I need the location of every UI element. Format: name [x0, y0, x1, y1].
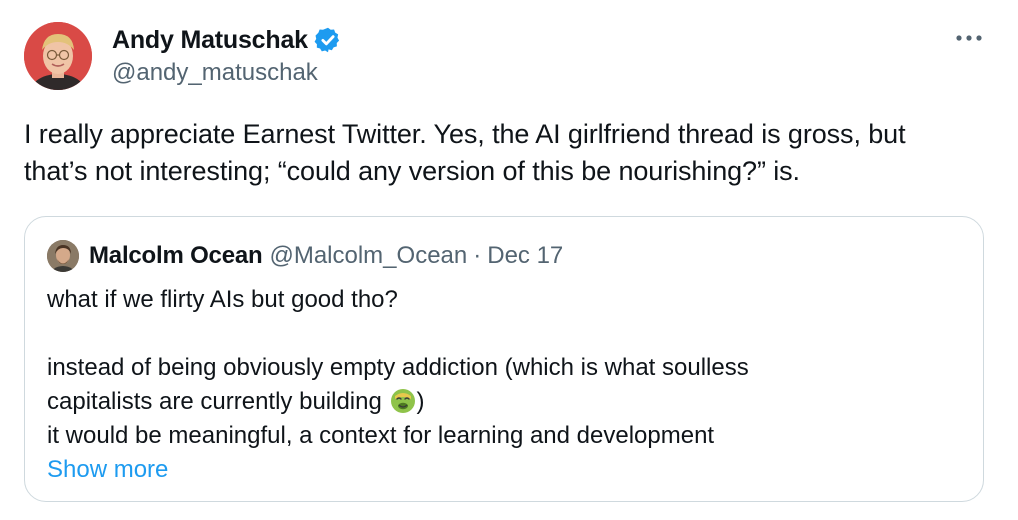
author-handle[interactable]: @andy_matuschak [112, 58, 342, 88]
quoted-text-line: what if we flirty AIs but good tho? [47, 286, 398, 313]
tweet-text-line: I really appreciate Earnest Twitter. Yes… [24, 119, 906, 149]
avatar-malcolm-icon [47, 240, 79, 272]
quoted-text-segment: ) [416, 388, 425, 415]
nauseated-face-emoji-icon [390, 388, 416, 414]
more-options-icon [956, 35, 982, 41]
quoted-text-line: it would be meaningful, a context for le… [47, 422, 715, 449]
quoted-author-name: Malcolm Ocean [89, 242, 263, 269]
tweet-text-line: that’s not interesting; “could any versi… [24, 156, 800, 186]
quoted-text-blank-line [47, 317, 947, 351]
author-avatar[interactable] [24, 22, 92, 90]
quoted-text-line: instead of being obviously empty addicti… [47, 354, 749, 381]
quoted-tweet[interactable]: Malcolm Ocean @Malcolm_Ocean · Dec 17 wh… [24, 216, 984, 502]
verified-badge-icon[interactable] [314, 26, 342, 54]
quoted-text-line-with-emoji: capitalists are currently building ) [47, 385, 947, 419]
quoted-author-avatar [47, 240, 79, 272]
quoted-tweet-header: Malcolm Ocean @Malcolm_Ocean · Dec 17 [47, 239, 563, 273]
separator-dot: · [473, 242, 482, 269]
show-more-link[interactable]: Show more [47, 453, 947, 487]
quoted-author-handle: @Malcolm_Ocean [269, 242, 468, 269]
tweet-text: I really appreciate Earnest Twitter. Yes… [24, 116, 984, 190]
quoted-tweet-text: what if we flirty AIs but good tho? inst… [47, 283, 947, 487]
quoted-text-segment: capitalists are currently building [47, 388, 382, 415]
avatar-andy-icon [24, 22, 92, 90]
author-block: Andy Matuschak @andy_matuschak [112, 22, 342, 88]
author-name-row: Andy Matuschak [112, 22, 342, 58]
tweet: Andy Matuschak @andy_matuschak I really … [0, 0, 1018, 520]
author-display-name[interactable]: Andy Matuschak [112, 26, 308, 55]
quoted-tweet-date: Dec 17 [487, 242, 564, 269]
more-options-button[interactable] [952, 26, 986, 50]
